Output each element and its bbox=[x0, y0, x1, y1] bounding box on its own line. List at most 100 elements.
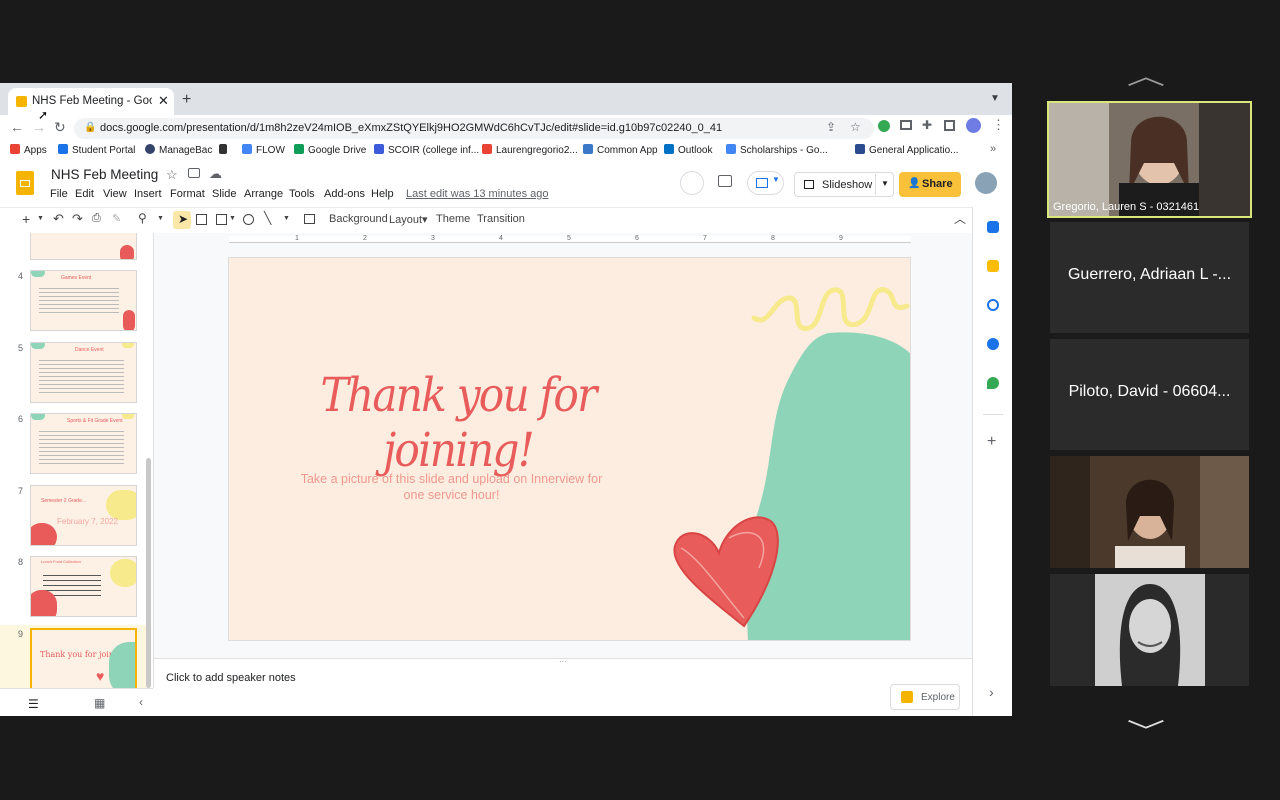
horizontal-ruler[interactable]: 1 2 3 4 5 6 7 8 9 bbox=[229, 235, 911, 243]
star-icon[interactable]: ☆ bbox=[166, 167, 178, 183]
zoom-icon[interactable]: ⚲ bbox=[138, 211, 147, 225]
collapse-filmstrip-icon[interactable]: ‹ bbox=[139, 695, 143, 709]
account-avatar[interactable] bbox=[975, 172, 997, 194]
speaker-notes[interactable]: ··· Click to add speaker notes bbox=[154, 657, 972, 716]
zoom-dropdown-icon[interactable]: ▼ bbox=[157, 215, 164, 222]
new-tab-icon[interactable]: + bbox=[182, 91, 191, 109]
profile-avatar[interactable] bbox=[966, 118, 981, 133]
bookmark-apps[interactable]: Apps bbox=[10, 144, 47, 156]
thumbnail-slide-9-selected[interactable]: Thank you for joining! ♥ bbox=[30, 628, 137, 688]
thumbnail-slide-7[interactable]: Semester 2 Grade... February 7, 2022 bbox=[30, 485, 137, 546]
keep-icon[interactable] bbox=[987, 260, 999, 272]
share-page-icon[interactable]: ⇪ bbox=[826, 120, 836, 134]
new-slide-dropdown-icon[interactable]: ▼ bbox=[37, 215, 44, 222]
transition-button[interactable]: Transition bbox=[477, 213, 525, 225]
thumbnail-slide-8[interactable]: Lunch Fund Collection bbox=[30, 556, 137, 617]
redo-icon[interactable]: ↷ bbox=[72, 211, 83, 227]
extension-pip-icon[interactable] bbox=[900, 120, 912, 130]
participant-tile-1[interactable]: Gregorio, Lauren S - 0321461 bbox=[1047, 101, 1252, 218]
chrome-menu-icon[interactable]: ⋮ bbox=[992, 117, 1005, 133]
share-button[interactable]: 👤 Share bbox=[899, 172, 961, 197]
paint-format-icon[interactable]: ✎ bbox=[112, 212, 121, 225]
menu-slide[interactable]: Slide bbox=[212, 188, 236, 200]
current-slide[interactable]: Thank you for joining! Take a picture of… bbox=[228, 257, 911, 641]
slide-heading[interactable]: Thank you for joining! bbox=[269, 368, 647, 478]
extension-grammarly-icon[interactable] bbox=[878, 120, 890, 132]
bookmark-student-portal[interactable]: Student Portal bbox=[58, 144, 135, 156]
menu-edit[interactable]: Edit bbox=[75, 188, 94, 200]
theme-button[interactable]: Theme bbox=[436, 213, 470, 225]
print-icon[interactable]: ⎙ bbox=[92, 212, 101, 225]
notes-resize-handle[interactable]: ··· bbox=[559, 657, 567, 666]
add-comment-icon[interactable] bbox=[304, 214, 315, 224]
slides-logo-icon[interactable] bbox=[16, 171, 34, 195]
menu-arrange[interactable]: Arrange bbox=[244, 188, 283, 200]
select-tool-button[interactable]: ➤ bbox=[173, 211, 191, 229]
bookmark-flow[interactable]: FLOW bbox=[242, 144, 285, 156]
expand-side-panel-icon[interactable]: › bbox=[989, 684, 994, 700]
document-title[interactable]: NHS Feb Meeting bbox=[51, 167, 158, 182]
menu-tools[interactable]: Tools bbox=[289, 188, 315, 200]
bookmark-outlook[interactable]: Outlook bbox=[664, 144, 712, 156]
notes-placeholder[interactable]: Click to add speaker notes bbox=[166, 672, 296, 684]
close-tab-icon[interactable]: ✕ bbox=[158, 93, 169, 109]
grid-view-icon[interactable]: ▦ bbox=[94, 696, 105, 710]
thumbnail-slide-4[interactable]: Games Event bbox=[30, 270, 137, 331]
shape-icon[interactable] bbox=[243, 214, 254, 225]
contacts-icon[interactable] bbox=[987, 338, 999, 350]
get-add-ons-icon[interactable]: + bbox=[987, 433, 996, 451]
menu-file[interactable]: File bbox=[50, 188, 68, 200]
list-view-icon[interactable]: ☰ bbox=[28, 697, 39, 711]
image-icon[interactable] bbox=[216, 214, 227, 225]
menu-view[interactable]: View bbox=[103, 188, 127, 200]
more-bookmarks-icon[interactable]: » bbox=[990, 143, 996, 155]
undo-icon[interactable]: ↶ bbox=[53, 211, 64, 227]
menu-add-ons[interactable]: Add-ons bbox=[324, 188, 365, 200]
extensions-puzzle-icon[interactable]: ✚ bbox=[922, 118, 932, 132]
maps-icon[interactable] bbox=[987, 377, 999, 389]
bookmark-managebac[interactable]: ManageBac bbox=[145, 144, 212, 156]
menu-format[interactable]: Format bbox=[170, 188, 205, 200]
bookmark-common-app[interactable]: Common App bbox=[583, 144, 658, 156]
bookmark-scholarships[interactable]: Scholarships - Go... bbox=[726, 144, 828, 156]
url-text[interactable]: docs.google.com/presentation/d/1m8h2zeV2… bbox=[100, 122, 722, 134]
slideshow-button[interactable]: Slideshow ▼ bbox=[794, 172, 894, 197]
calendar-icon[interactable] bbox=[987, 221, 999, 233]
new-slide-icon[interactable]: + bbox=[22, 211, 30, 227]
participant-tile-5[interactable] bbox=[1050, 574, 1249, 686]
meet-present-icon[interactable] bbox=[680, 171, 704, 195]
thumbnail-slide-3[interactable] bbox=[30, 233, 137, 260]
slideshow-dropdown-icon[interactable]: ▼ bbox=[881, 179, 889, 188]
menu-help[interactable]: Help bbox=[371, 188, 394, 200]
comments-icon[interactable] bbox=[718, 175, 732, 187]
participant-tile-4[interactable] bbox=[1050, 456, 1249, 568]
filmstrip-scrollbar[interactable] bbox=[146, 458, 151, 688]
explore-button[interactable]: Explore bbox=[890, 684, 960, 710]
browser-tab[interactable]: NHS Feb Meeting - Google Slides ✕ bbox=[8, 88, 174, 115]
bookmark-unnamed[interactable] bbox=[219, 144, 231, 156]
line-icon[interactable]: ╲ bbox=[264, 211, 271, 225]
participant-tile-2[interactable]: Guerrero, Adriaan L -... bbox=[1050, 222, 1249, 333]
line-dropdown-icon[interactable]: ▼ bbox=[283, 215, 290, 222]
participant-tile-3[interactable]: Piloto, David - 06604... bbox=[1050, 339, 1249, 450]
image-dropdown-icon[interactable]: ▼ bbox=[229, 215, 236, 222]
last-edit-link[interactable]: Last edit was 13 minutes ago bbox=[406, 188, 548, 200]
omnibox[interactable]: 🔒 docs.google.com/presentation/d/1m8h2ze… bbox=[74, 118, 874, 139]
background-button[interactable]: Background bbox=[329, 213, 388, 225]
reload-icon[interactable]: ↻ bbox=[54, 119, 66, 136]
tab-search-icon[interactable]: ▼ bbox=[990, 93, 1000, 104]
thumbnail-slide-6[interactable]: Sports & Fit Grade Event bbox=[30, 413, 137, 474]
side-panel-icon[interactable] bbox=[944, 120, 955, 131]
scroll-down-icon[interactable]: ﹀ bbox=[1127, 712, 1165, 747]
thumbnail-slide-5[interactable]: Dance Event bbox=[30, 342, 137, 403]
scroll-up-icon[interactable]: ︿ bbox=[1127, 56, 1165, 91]
text-box-icon[interactable] bbox=[196, 214, 207, 225]
tasks-icon[interactable] bbox=[987, 299, 999, 311]
menu-insert[interactable]: Insert bbox=[134, 188, 162, 200]
layout-button[interactable]: Layout▾ bbox=[389, 213, 428, 226]
bookmark-general-application[interactable]: General Applicatio... bbox=[855, 144, 959, 156]
bookmark-google-drive[interactable]: Google Drive bbox=[294, 144, 366, 156]
bookmark-star-icon[interactable]: ☆ bbox=[850, 120, 861, 134]
bookmark-scoir[interactable]: SCOIR (college inf... bbox=[374, 144, 479, 156]
collapse-toolbar-icon[interactable]: ︿ bbox=[954, 210, 966, 227]
